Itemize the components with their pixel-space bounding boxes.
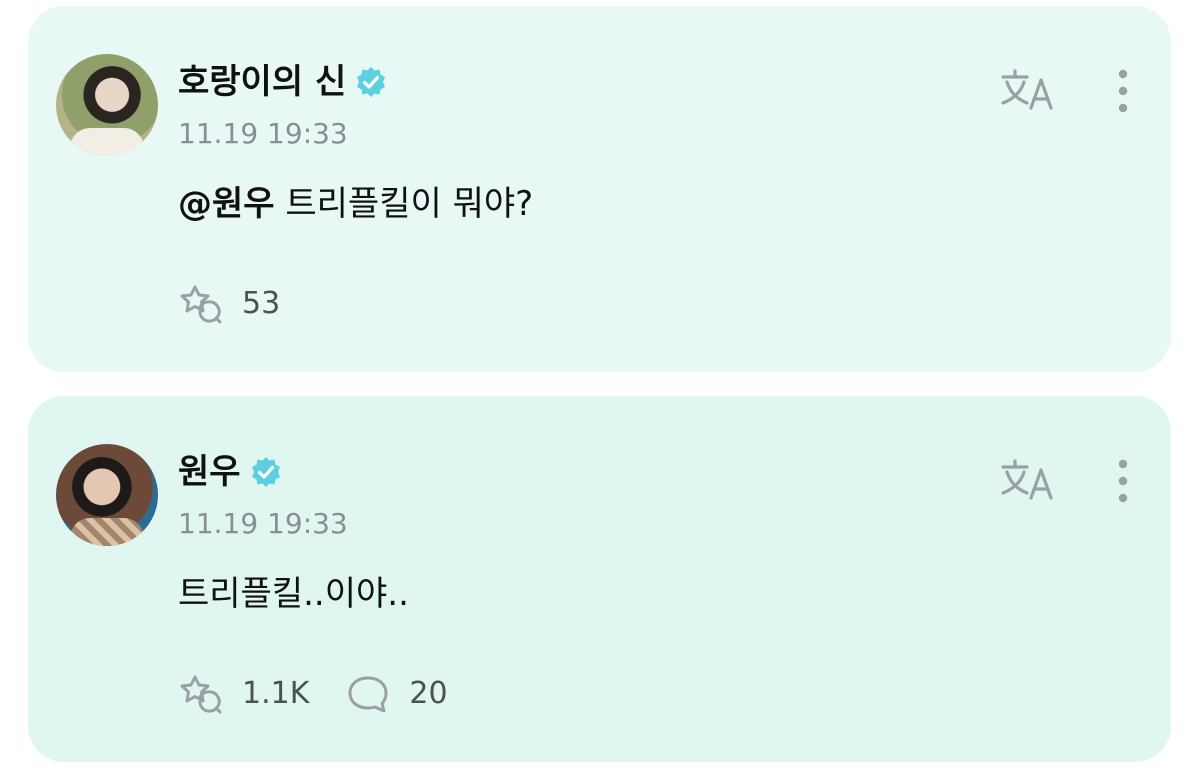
like-button[interactable]: 1.1K <box>178 674 309 714</box>
translate-icon[interactable] <box>1000 458 1056 502</box>
post-text: 트리플킬..이야.. <box>178 574 409 614</box>
timestamp: 11.19 19:33 <box>178 507 348 540</box>
avatar-shirt <box>70 128 144 156</box>
avatar-shirt <box>70 518 144 546</box>
fan-reaction-icon <box>180 675 222 714</box>
post-card[interactable]: 호랑이의 신 11.19 19:33 @원우 트리플킬이 뭐야? 53 <box>28 6 1171 372</box>
verified-check-icon <box>251 457 280 487</box>
post-card[interactable]: 원우 11.19 19:33 트리플킬..이야.. 1.1K 20 <box>28 396 1171 762</box>
like-count: 53 <box>242 286 281 321</box>
comment-bubble-icon <box>348 676 388 713</box>
author-row: 원우 <box>178 448 283 496</box>
post-content: @원우 트리플킬이 뭐야? <box>178 182 533 226</box>
mention[interactable]: @원우 <box>178 184 275 224</box>
fan-reaction-icon <box>180 285 222 324</box>
more-vertical-icon[interactable] <box>1108 456 1138 506</box>
post-actions: 53 <box>178 282 316 326</box>
post-text: 트리플킬이 뭐야? <box>285 184 534 224</box>
author-row: 호랑이의 신 <box>178 58 388 106</box>
timestamp: 11.19 19:33 <box>178 117 348 150</box>
post-actions: 1.1K 20 <box>178 672 484 716</box>
translate-icon[interactable] <box>1000 68 1056 112</box>
comment-count: 20 <box>409 676 448 711</box>
comment-button[interactable]: 20 <box>345 674 448 714</box>
author-name[interactable]: 원우 <box>178 448 241 496</box>
avatar[interactable] <box>56 444 158 546</box>
avatar[interactable] <box>56 54 158 156</box>
post-content: 트리플킬..이야.. <box>178 572 409 616</box>
like-button[interactable]: 53 <box>178 284 280 324</box>
more-vertical-icon[interactable] <box>1108 66 1138 116</box>
like-count: 1.1K <box>242 676 310 711</box>
author-name[interactable]: 호랑이의 신 <box>178 58 346 106</box>
verified-check-icon <box>357 67 386 97</box>
